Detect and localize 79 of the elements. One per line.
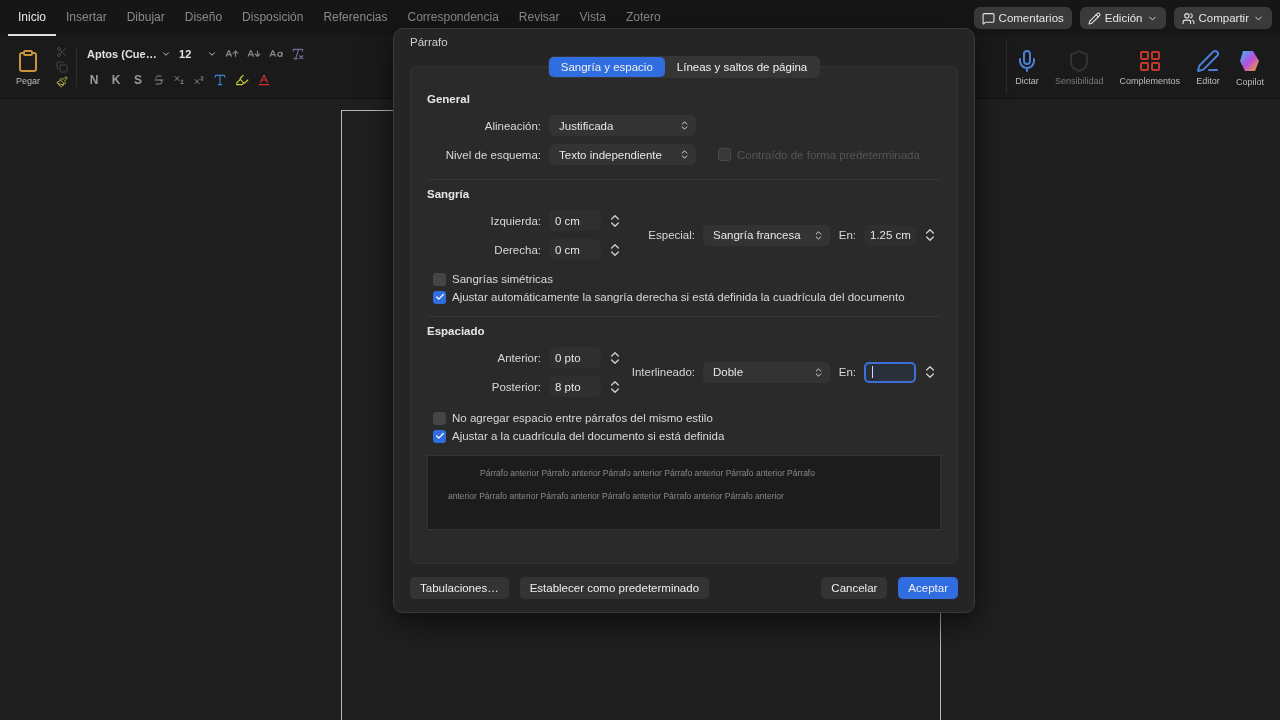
- menu-tab[interactable]: Dibujar: [116, 0, 175, 36]
- menu-tab[interactable]: Disposición: [232, 0, 314, 36]
- dialog-button[interactable]: Establecer como predeterminado: [519, 577, 710, 600]
- dialog-title: Párrafo: [410, 36, 448, 48]
- checkbox-label: Ajustar automáticamente la sangría derecha si está definida la cuadrícula del documento: [452, 291, 905, 303]
- checkbox-label: No agregar espacio entre párrafos del mismo estilo: [452, 412, 713, 424]
- field-label: Alineación:: [483, 119, 542, 132]
- dropdown[interactable]: Texto independiente: [549, 144, 696, 165]
- checkbox[interactable]: [433, 272, 446, 286]
- checkbox-label: Sangrías simétricas: [452, 273, 553, 285]
- field-label: Interlineado:: [630, 366, 696, 378]
- clipboard-icon[interactable]: [16, 48, 40, 73]
- ribbon-label: Copilot: [1236, 76, 1264, 87]
- dropdown[interactable]: Sangría francesa: [703, 224, 830, 246]
- dropdown[interactable]: Doble: [703, 361, 830, 383]
- number-field[interactable]: 0 pto: [549, 347, 601, 368]
- ribbon-label: Editor: [1196, 75, 1220, 86]
- format-button[interactable]: N: [87, 73, 102, 87]
- pencil-icon: [1087, 11, 1101, 25]
- checkbox[interactable]: [433, 411, 446, 425]
- people-icon: [1181, 11, 1195, 25]
- chevron-down-icon: [207, 49, 218, 59]
- dropdown[interactable]: Justificada: [549, 115, 696, 136]
- header-button[interactable]: Edición: [1079, 7, 1166, 29]
- field-label: Derecha:: [493, 243, 542, 256]
- checkbox[interactable]: [433, 290, 446, 304]
- menu-tab[interactable]: Insertar: [56, 0, 117, 36]
- dialog-tab[interactable]: Sangría y espacio: [548, 57, 665, 77]
- dialog-button[interactable]: Cancelar: [821, 577, 888, 600]
- highlighter-icon[interactable]: [235, 73, 250, 87]
- dialog-button[interactable]: Aceptar: [898, 577, 958, 600]
- dialog-button[interactable]: Tabulaciones…: [410, 577, 509, 600]
- format-button[interactable]: S: [131, 73, 146, 87]
- font-size-dropdown[interactable]: 12: [179, 48, 218, 60]
- field-label: Especial:: [647, 229, 696, 241]
- number-field[interactable]: 8 pto: [549, 376, 601, 397]
- subscript-icon[interactable]: [173, 74, 186, 86]
- stepper-icon: [679, 149, 690, 160]
- section-title: Sangría: [427, 188, 471, 200]
- preview-text: anterior Párrafo anterior Párrafo anterior Párrafo anterior Párrafo anterior Párrafo anterior: [447, 491, 785, 501]
- number-field[interactable]: [864, 361, 916, 383]
- field-label: Nivel de esquema:: [444, 148, 542, 161]
- grid-icon[interactable]: [1137, 48, 1162, 73]
- field-label: En:: [837, 229, 857, 241]
- checkbox[interactable]: [433, 429, 446, 443]
- menu-tab[interactable]: Referencias: [313, 0, 398, 36]
- field-label: Anterior:: [496, 351, 542, 364]
- checkbox-label: Ajustar a la cuadrícula del documento si está definida: [452, 430, 725, 442]
- pen-icon[interactable]: [1196, 48, 1220, 73]
- font-dropdown[interactable]: Aptos (Cue…: [87, 48, 172, 60]
- number-field[interactable]: 1.25 cm: [864, 224, 916, 246]
- speech-bubble-icon: [981, 11, 995, 25]
- menu-tab[interactable]: Diseño: [174, 0, 233, 36]
- ribbon-label: Complementos: [1119, 75, 1180, 86]
- field-label: Izquierda:: [489, 214, 542, 227]
- clear-format-icon[interactable]: [291, 47, 306, 61]
- ribbon-label: Dictar: [1015, 75, 1039, 86]
- field-label: En:: [837, 366, 857, 378]
- stepper-icon: [813, 229, 824, 241]
- superscript-icon[interactable]: [193, 74, 206, 86]
- stepper-icon: [813, 366, 824, 378]
- stepper-icon: [679, 120, 690, 131]
- strikethrough-icon[interactable]: [153, 74, 166, 86]
- chevron-down-icon: [161, 49, 172, 59]
- dialog-tab[interactable]: Líneas y saltos de página: [664, 57, 820, 77]
- text-effects-icon[interactable]: [213, 73, 228, 87]
- ribbon-label: Pegar: [16, 75, 41, 86]
- field-label: Posterior:: [490, 380, 542, 393]
- brush-icon[interactable]: [56, 76, 69, 88]
- number-field[interactable]: 0 cm: [549, 210, 601, 231]
- ribbon-label: Sensibilidad: [1054, 75, 1104, 86]
- header-button[interactable]: Compartir: [1173, 7, 1272, 29]
- font-color-icon[interactable]: [257, 73, 272, 87]
- section-title: Espaciado: [427, 325, 486, 337]
- section-title: General: [427, 93, 471, 105]
- number-field[interactable]: 0 cm: [549, 239, 601, 260]
- format-button[interactable]: K: [109, 73, 124, 87]
- preview-text: Párrafo anterior Párrafo anterior Párrafo anterior Párrafo anterior Párrafo anterior Párrafo: [479, 468, 816, 478]
- header-button[interactable]: Comentarios: [973, 7, 1072, 29]
